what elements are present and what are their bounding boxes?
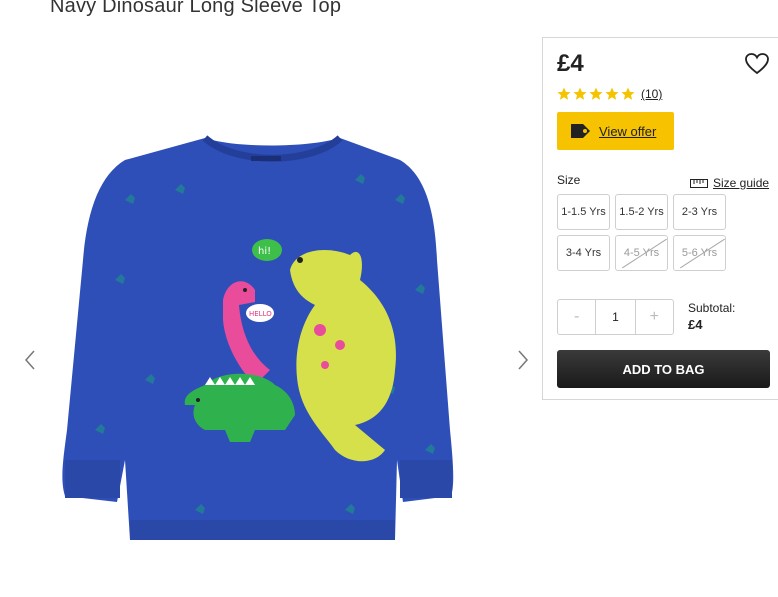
- size-option-1-5-2[interactable]: 1.5-2 Yrs: [615, 194, 668, 230]
- ruler-icon: [690, 178, 708, 188]
- quantity-input[interactable]: 1: [595, 300, 636, 334]
- product-page: Navy Dinosaur Long Sleeve Top hi! HELLO …: [0, 0, 778, 597]
- chevron-left-icon: [24, 350, 35, 370]
- star-icon: [605, 87, 619, 100]
- size-option-5-6-unavailable[interactable]: 5-6 Yrs: [673, 235, 726, 271]
- star-icon: [589, 87, 603, 100]
- heart-icon: [745, 53, 769, 75]
- size-guide-link[interactable]: Size guide: [690, 176, 769, 190]
- star-icon: [621, 87, 635, 100]
- size-guide-label: Size guide: [713, 176, 770, 190]
- product-gallery: hi! HELLO: [15, 120, 540, 590]
- quantity-decrease-button[interactable]: -: [558, 300, 595, 334]
- speech-bubble-hi: hi!: [258, 246, 271, 257]
- product-price: £4: [557, 50, 584, 77]
- gallery-prev-button[interactable]: [20, 345, 40, 375]
- size-label: Size: [557, 173, 581, 187]
- wishlist-button[interactable]: [744, 52, 770, 76]
- add-to-bag-button[interactable]: ADD TO BAG: [557, 350, 770, 388]
- star-icon: [557, 87, 571, 100]
- tag-icon: [571, 124, 590, 138]
- view-offer-button[interactable]: View offer: [557, 112, 674, 150]
- purchase-panel: £4 (10) View offer Size Size guide 1-1.5…: [542, 37, 778, 400]
- view-offer-label: View offer: [599, 123, 657, 139]
- product-title: Navy Dinosaur Long Sleeve Top: [50, 0, 342, 17]
- size-option-2-3[interactable]: 2-3 Yrs: [673, 194, 726, 230]
- subtotal-label: Subtotal:: [688, 301, 736, 315]
- size-option-3-4[interactable]: 3-4 Yrs: [557, 235, 610, 271]
- size-option-1-1-5[interactable]: 1-1.5 Yrs: [557, 194, 610, 230]
- product-image: hi! HELLO: [62, 135, 454, 540]
- quantity-increase-button[interactable]: +: [636, 300, 673, 334]
- size-option-4-5-unavailable[interactable]: 4-5 Yrs: [615, 235, 668, 271]
- chevron-right-icon: [518, 350, 529, 370]
- subtotal-value: £4: [688, 317, 703, 332]
- star-icon: [573, 87, 587, 100]
- review-count-link[interactable]: (10): [641, 87, 662, 101]
- rating: (10): [557, 87, 662, 101]
- gallery-next-button[interactable]: [513, 345, 533, 375]
- quantity-stepper: - 1 +: [557, 299, 674, 335]
- speech-bubble-hello: HELLO: [249, 310, 272, 318]
